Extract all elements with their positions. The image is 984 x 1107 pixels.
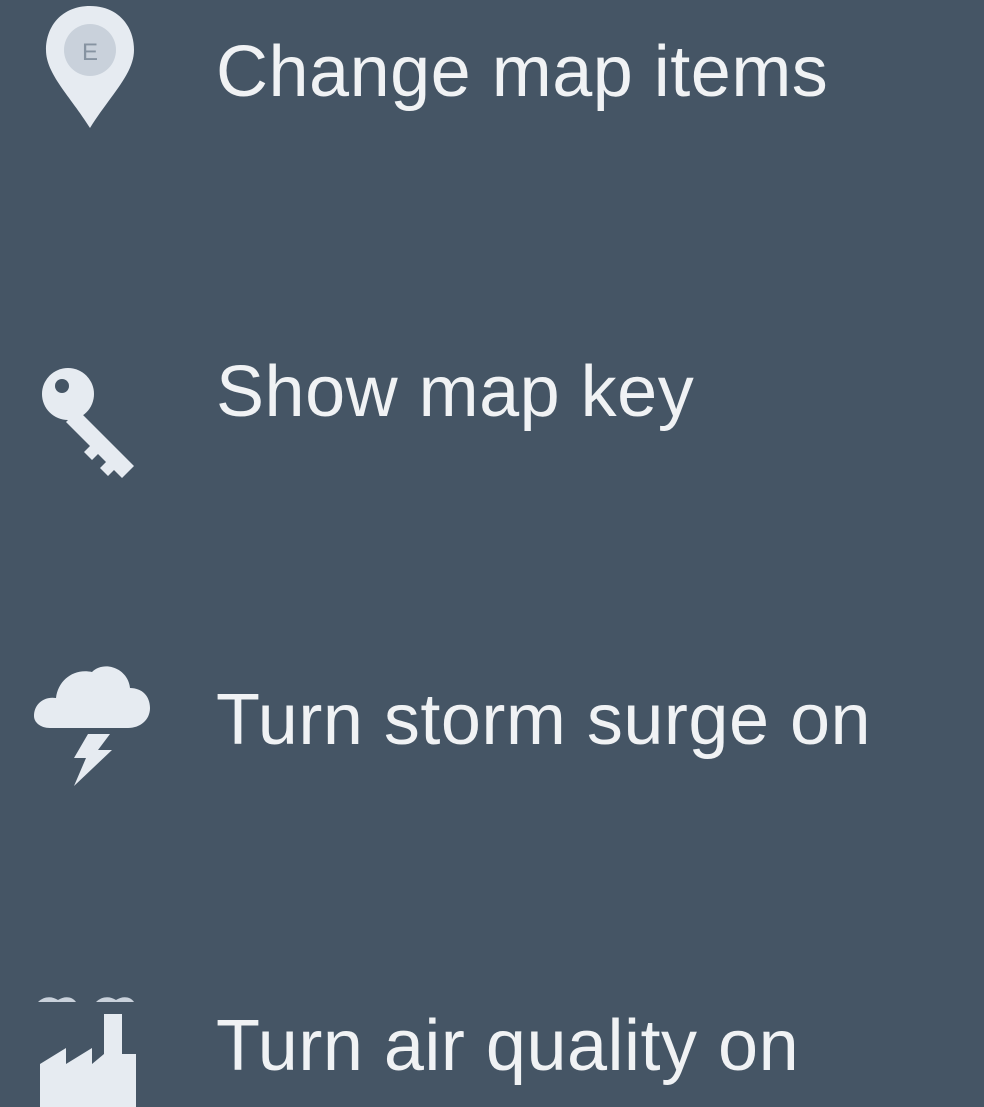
menu-item-label: Change map items xyxy=(216,32,829,112)
key-icon xyxy=(20,350,160,490)
menu-item-label: Turn air quality on xyxy=(216,1006,800,1086)
menu-item-label: Show map key xyxy=(216,352,695,432)
menu-item-label: Turn storm surge on xyxy=(216,680,872,760)
menu-item-turn-air-quality-on[interactable]: Turn air quality on xyxy=(0,960,984,1107)
map-marker-icon: E xyxy=(20,0,160,140)
menu-item-change-map-items[interactable]: E Change map items xyxy=(0,0,984,140)
svg-text:E: E xyxy=(82,39,98,66)
menu-item-show-map-key[interactable]: Show map key xyxy=(0,320,984,478)
map-options-menu: E Change map items Show map key Turn sto… xyxy=(0,0,984,1107)
storm-cloud-icon xyxy=(20,650,160,790)
factory-icon xyxy=(20,984,160,1107)
menu-item-turn-storm-surge-on[interactable]: Turn storm surge on xyxy=(0,640,984,786)
